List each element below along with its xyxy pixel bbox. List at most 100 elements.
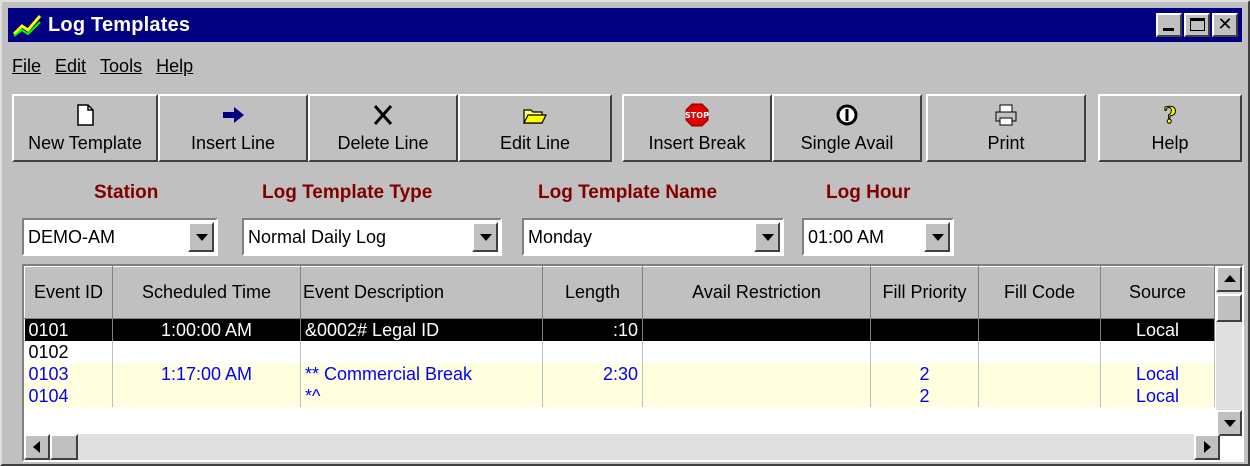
- menu-tools[interactable]: Tools: [100, 56, 142, 77]
- cell-fill-code[interactable]: [978, 341, 1101, 363]
- col-fill-code[interactable]: Fill Code: [978, 266, 1101, 319]
- chart-icon: [12, 12, 42, 38]
- col-event-description[interactable]: Event Description: [300, 266, 543, 319]
- table-row[interactable]: 0102: [24, 341, 1215, 363]
- close-button[interactable]: ✕: [1212, 13, 1238, 37]
- cell-event-id[interactable]: 0102: [24, 341, 113, 363]
- cell-length[interactable]: 2:30: [542, 363, 643, 385]
- cell-source[interactable]: Local: [1100, 318, 1215, 341]
- delete-line-button[interactable]: Delete Line: [308, 94, 458, 162]
- cell-avail-restriction[interactable]: [642, 363, 871, 385]
- horizontal-scrollbar[interactable]: [24, 434, 1220, 460]
- col-avail-restriction[interactable]: Avail Restriction: [642, 266, 871, 319]
- cell-fill-priority[interactable]: [870, 341, 979, 363]
- log-hour-label: Log Hour: [826, 182, 911, 203]
- single-avail-button[interactable]: Single Avail: [772, 94, 922, 162]
- col-scheduled-time[interactable]: Scheduled Time: [112, 266, 301, 319]
- menu-bar: File Edit Tools Help: [12, 56, 207, 77]
- scroll-down-icon[interactable]: [1216, 410, 1242, 436]
- cell-fill-priority[interactable]: 2: [870, 385, 979, 407]
- question-icon: ?: [1163, 103, 1177, 129]
- cell-event-description[interactable]: *^: [300, 385, 543, 407]
- cell-avail-restriction[interactable]: [642, 385, 871, 407]
- station-value: DEMO-AM: [28, 227, 115, 247]
- cell-length[interactable]: [542, 341, 643, 363]
- cell-scheduled-time[interactable]: [112, 385, 301, 407]
- cell-scheduled-time[interactable]: 1:17:00 AM: [112, 363, 301, 385]
- col-source[interactable]: Source: [1100, 266, 1215, 319]
- cell-event-id[interactable]: 0101: [24, 318, 113, 341]
- log-hour-select[interactable]: 01:00 AM: [802, 218, 954, 256]
- vertical-scrollbar[interactable]: [1216, 266, 1242, 436]
- scroll-up-icon[interactable]: [1216, 266, 1242, 292]
- cell-length[interactable]: [542, 385, 643, 407]
- cell-fill-code[interactable]: [978, 385, 1101, 407]
- template-type-label: Log Template Type: [262, 182, 433, 203]
- template-name-value: Monday: [528, 227, 593, 247]
- scroll-right-icon[interactable]: [1194, 434, 1220, 460]
- template-type-select[interactable]: Normal Daily Log: [242, 218, 502, 256]
- title-bar[interactable]: Log Templates ✕: [8, 8, 1242, 42]
- cell-fill-code[interactable]: [978, 318, 1101, 341]
- menu-help-label: Help: [156, 56, 194, 76]
- template-type-value: Normal Daily Log: [248, 227, 387, 247]
- cell-source[interactable]: [1100, 341, 1215, 363]
- cell-scheduled-time[interactable]: 1:00:00 AM: [112, 318, 301, 341]
- cell-fill-priority[interactable]: 2: [870, 363, 979, 385]
- folder-open-icon: [523, 109, 547, 124]
- single-avail-label: Single Avail: [800, 133, 894, 153]
- cell-event-description[interactable]: [300, 341, 543, 363]
- svg-text:?: ?: [1164, 103, 1177, 128]
- chevron-down-icon[interactable]: [924, 222, 950, 252]
- table-row[interactable]: 0103 1:17:00 AM ** Commercial Break 2:30…: [24, 363, 1215, 385]
- cell-event-id[interactable]: 0103: [24, 363, 113, 385]
- print-button[interactable]: Print: [926, 94, 1086, 162]
- cell-source[interactable]: Local: [1100, 385, 1215, 407]
- maximize-button[interactable]: [1184, 13, 1210, 37]
- cell-fill-code[interactable]: [978, 363, 1101, 385]
- chevron-down-icon[interactable]: [472, 222, 498, 252]
- cell-fill-priority[interactable]: [870, 318, 979, 341]
- chevron-down-icon[interactable]: [188, 222, 214, 252]
- edit-line-button[interactable]: Edit Line: [458, 94, 612, 162]
- menu-file-label: File: [12, 56, 42, 76]
- help-button[interactable]: ? Help: [1098, 94, 1242, 162]
- col-fill-priority[interactable]: Fill Priority: [870, 266, 979, 319]
- scroll-left-icon[interactable]: [24, 434, 50, 460]
- menu-help[interactable]: Help: [156, 56, 193, 77]
- cell-avail-restriction[interactable]: [642, 318, 871, 341]
- insert-line-button[interactable]: Insert Line: [158, 94, 308, 162]
- cell-event-description[interactable]: &0002# Legal ID: [300, 318, 543, 341]
- events-grid[interactable]: Event ID Scheduled Time Event Descriptio…: [22, 264, 1244, 462]
- help-label: Help: [1151, 133, 1189, 153]
- maximize-icon: [1190, 18, 1205, 31]
- log-hour-value: 01:00 AM: [808, 227, 885, 247]
- close-icon: ✕: [1217, 14, 1233, 34]
- template-name-select[interactable]: Monday: [522, 218, 784, 256]
- cell-length[interactable]: :10: [542, 318, 643, 341]
- horizontal-scroll-thumb[interactable]: [50, 434, 78, 460]
- cell-scheduled-time[interactable]: [112, 341, 301, 363]
- table-row[interactable]: 0104 *^ 2 Local: [24, 385, 1215, 407]
- cell-avail-restriction[interactable]: [642, 341, 871, 363]
- new-template-label: New Template: [28, 133, 142, 153]
- col-event-id[interactable]: Event ID: [24, 266, 113, 319]
- table-row[interactable]: 0101 1:00:00 AM &0002# Legal ID :10 Loca…: [24, 318, 1215, 341]
- new-template-button[interactable]: New Template: [12, 94, 158, 162]
- menu-edit[interactable]: Edit: [55, 56, 86, 77]
- vertical-scroll-thumb[interactable]: [1216, 294, 1242, 322]
- station-select[interactable]: DEMO-AM: [22, 218, 218, 256]
- svg-text:STOP: STOP: [685, 111, 709, 120]
- window-title: Log Templates: [48, 13, 191, 36]
- cell-event-description[interactable]: ** Commercial Break: [300, 363, 543, 385]
- col-length[interactable]: Length: [542, 266, 643, 319]
- delete-line-label: Delete Line: [337, 133, 429, 153]
- menu-file[interactable]: File: [12, 56, 41, 77]
- insert-break-button[interactable]: STOP Insert Break: [622, 94, 772, 162]
- minimize-button[interactable]: [1156, 13, 1182, 37]
- template-name-label: Log Template Name: [538, 182, 718, 203]
- events-table: Event ID Scheduled Time Event Descriptio…: [24, 266, 1215, 407]
- cell-source[interactable]: Local: [1100, 363, 1215, 385]
- chevron-down-icon[interactable]: [754, 222, 780, 252]
- cell-event-id[interactable]: 0104: [24, 385, 113, 407]
